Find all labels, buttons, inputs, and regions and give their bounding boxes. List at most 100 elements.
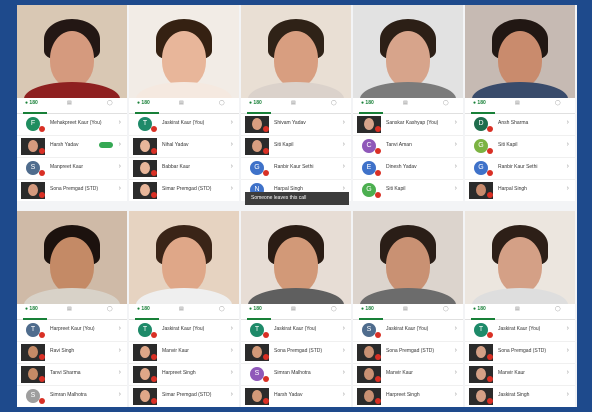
chevron-right-icon[interactable]: › [343,163,345,170]
participant-row[interactable]: Sanskar Kashyap (You) › [353,114,463,136]
chevron-right-icon[interactable]: › [567,325,569,332]
tab-people[interactable]: ● 180 [473,306,486,312]
chevron-right-icon[interactable]: › [231,141,233,148]
chat-icon[interactable]: ▤ [403,306,408,312]
tab-people[interactable]: ● 180 [249,100,262,106]
participant-row[interactable]: S Jaskirat Kaur (You) › [353,320,463,342]
participant-row[interactable]: Jaskirat Singh › [465,386,575,407]
chevron-right-icon[interactable]: › [567,347,569,354]
chevron-right-icon[interactable]: › [343,369,345,376]
chevron-right-icon[interactable]: › [455,185,457,192]
chevron-right-icon[interactable]: › [567,119,569,126]
participant-row[interactable]: Manvir Kaur › [465,364,575,386]
info-icon[interactable]: ◯ [331,306,337,312]
participant-row[interactable]: Sona Premgad (STD) › [465,342,575,364]
participant-row[interactable]: T Harpreet Kaur (You) › [17,320,127,342]
chevron-right-icon[interactable]: › [343,391,345,398]
tab-people[interactable]: ● 180 [25,100,38,106]
tab-people[interactable]: ● 180 [361,306,374,312]
participant-row[interactable]: Nihal Yadav › [129,136,239,158]
chevron-right-icon[interactable]: › [343,325,345,332]
participant-row[interactable]: G Ranbir Kaur Sethi › [465,158,575,180]
chevron-right-icon[interactable]: › [119,369,121,376]
participant-row[interactable]: F Mehakpreet Kaur (You) › [17,114,127,136]
tab-people[interactable]: ● 180 [361,100,374,106]
chevron-right-icon[interactable]: › [119,391,121,398]
chevron-right-icon[interactable]: › [343,119,345,126]
participant-row[interactable]: Sona Premgad (STD) › [17,180,127,201]
participant-row[interactable]: Sona Premgad (STD) › [353,342,463,364]
chevron-right-icon[interactable]: › [119,325,121,332]
info-icon[interactable]: ◯ [107,306,113,312]
participant-row[interactable]: Babbar Kaur › [129,158,239,180]
info-icon[interactable]: ◯ [331,100,337,106]
participant-row[interactable]: T Jaskirat Kaur (You) › [129,114,239,136]
info-icon[interactable]: ◯ [107,100,113,106]
participant-row[interactable]: Manvir Kaur › [353,364,463,386]
chat-icon[interactable]: ▤ [403,100,408,106]
chevron-right-icon[interactable]: › [455,163,457,170]
chat-icon[interactable]: ▤ [179,100,184,106]
chevron-right-icon[interactable]: › [455,347,457,354]
info-icon[interactable]: ◯ [443,306,449,312]
participant-row[interactable]: Harsh Yadav › [17,136,127,158]
participant-row[interactable]: S Simran Malhotra › [17,386,127,407]
participant-row[interactable]: Sona Premgad (STD) › [241,342,351,364]
participant-row[interactable]: Simar Premgad (STD) › [129,386,239,407]
chevron-right-icon[interactable]: › [231,119,233,126]
chevron-right-icon[interactable]: › [455,369,457,376]
chevron-right-icon[interactable]: › [343,141,345,148]
tab-people[interactable]: ● 180 [25,306,38,312]
participant-row[interactable]: D Ansh Sharma › [465,114,575,136]
participant-row[interactable]: C Tanvi Aman › [353,136,463,158]
tab-people[interactable]: ● 180 [137,306,150,312]
chevron-right-icon[interactable]: › [567,391,569,398]
chevron-right-icon[interactable]: › [231,347,233,354]
chevron-right-icon[interactable]: › [231,391,233,398]
participant-row[interactable]: S Manpreet Kaur › [17,158,127,180]
chevron-right-icon[interactable]: › [119,141,121,148]
chevron-right-icon[interactable]: › [119,185,121,192]
participant-row[interactable]: Simar Premgad (STD) › [129,180,239,201]
tab-people[interactable]: ● 180 [249,306,262,312]
participant-row[interactable]: Harpreet Singh › [353,386,463,407]
chevron-right-icon[interactable]: › [343,347,345,354]
chevron-right-icon[interactable]: › [567,141,569,148]
participant-row[interactable]: T Jaskirat Kaur (You) › [129,320,239,342]
chevron-right-icon[interactable]: › [455,391,457,398]
chevron-right-icon[interactable]: › [567,185,569,192]
chat-icon[interactable]: ▤ [291,306,296,312]
participant-row[interactable]: G Siti Kapil › [465,136,575,158]
info-icon[interactable]: ◯ [219,306,225,312]
info-icon[interactable]: ◯ [555,100,561,106]
chevron-right-icon[interactable]: › [119,163,121,170]
chat-icon[interactable]: ▤ [515,100,520,106]
info-icon[interactable]: ◯ [555,306,561,312]
chevron-right-icon[interactable]: › [455,141,457,148]
chevron-right-icon[interactable]: › [119,347,121,354]
participant-row[interactable]: Harpal Singh › [465,180,575,201]
tab-people[interactable]: ● 180 [137,100,150,106]
participant-row[interactable]: E Dinesh Yadav › [353,158,463,180]
participant-row[interactable]: Ravi Singh › [17,342,127,364]
chat-icon[interactable]: ▤ [179,306,184,312]
chevron-right-icon[interactable]: › [231,369,233,376]
chat-icon[interactable]: ▤ [291,100,296,106]
chevron-right-icon[interactable]: › [119,119,121,126]
tab-people[interactable]: ● 180 [473,100,486,106]
info-icon[interactable]: ◯ [219,100,225,106]
participant-row[interactable]: S Simran Malhotra › [241,364,351,386]
chat-icon[interactable]: ▤ [67,306,72,312]
participant-row[interactable]: Manvir Kaur › [129,342,239,364]
participant-row[interactable]: T Jaskirat Kaur (You) › [465,320,575,342]
chevron-right-icon[interactable]: › [567,369,569,376]
chat-icon[interactable]: ▤ [67,100,72,106]
chevron-right-icon[interactable]: › [455,119,457,126]
chevron-right-icon[interactable]: › [231,185,233,192]
participant-row[interactable]: Siti Kapil › [241,136,351,158]
participant-row[interactable]: G Siti Kapil › [353,180,463,201]
participant-row[interactable]: Shivam Yadav › [241,114,351,136]
chat-icon[interactable]: ▤ [515,306,520,312]
chevron-right-icon[interactable]: › [231,325,233,332]
info-icon[interactable]: ◯ [443,100,449,106]
